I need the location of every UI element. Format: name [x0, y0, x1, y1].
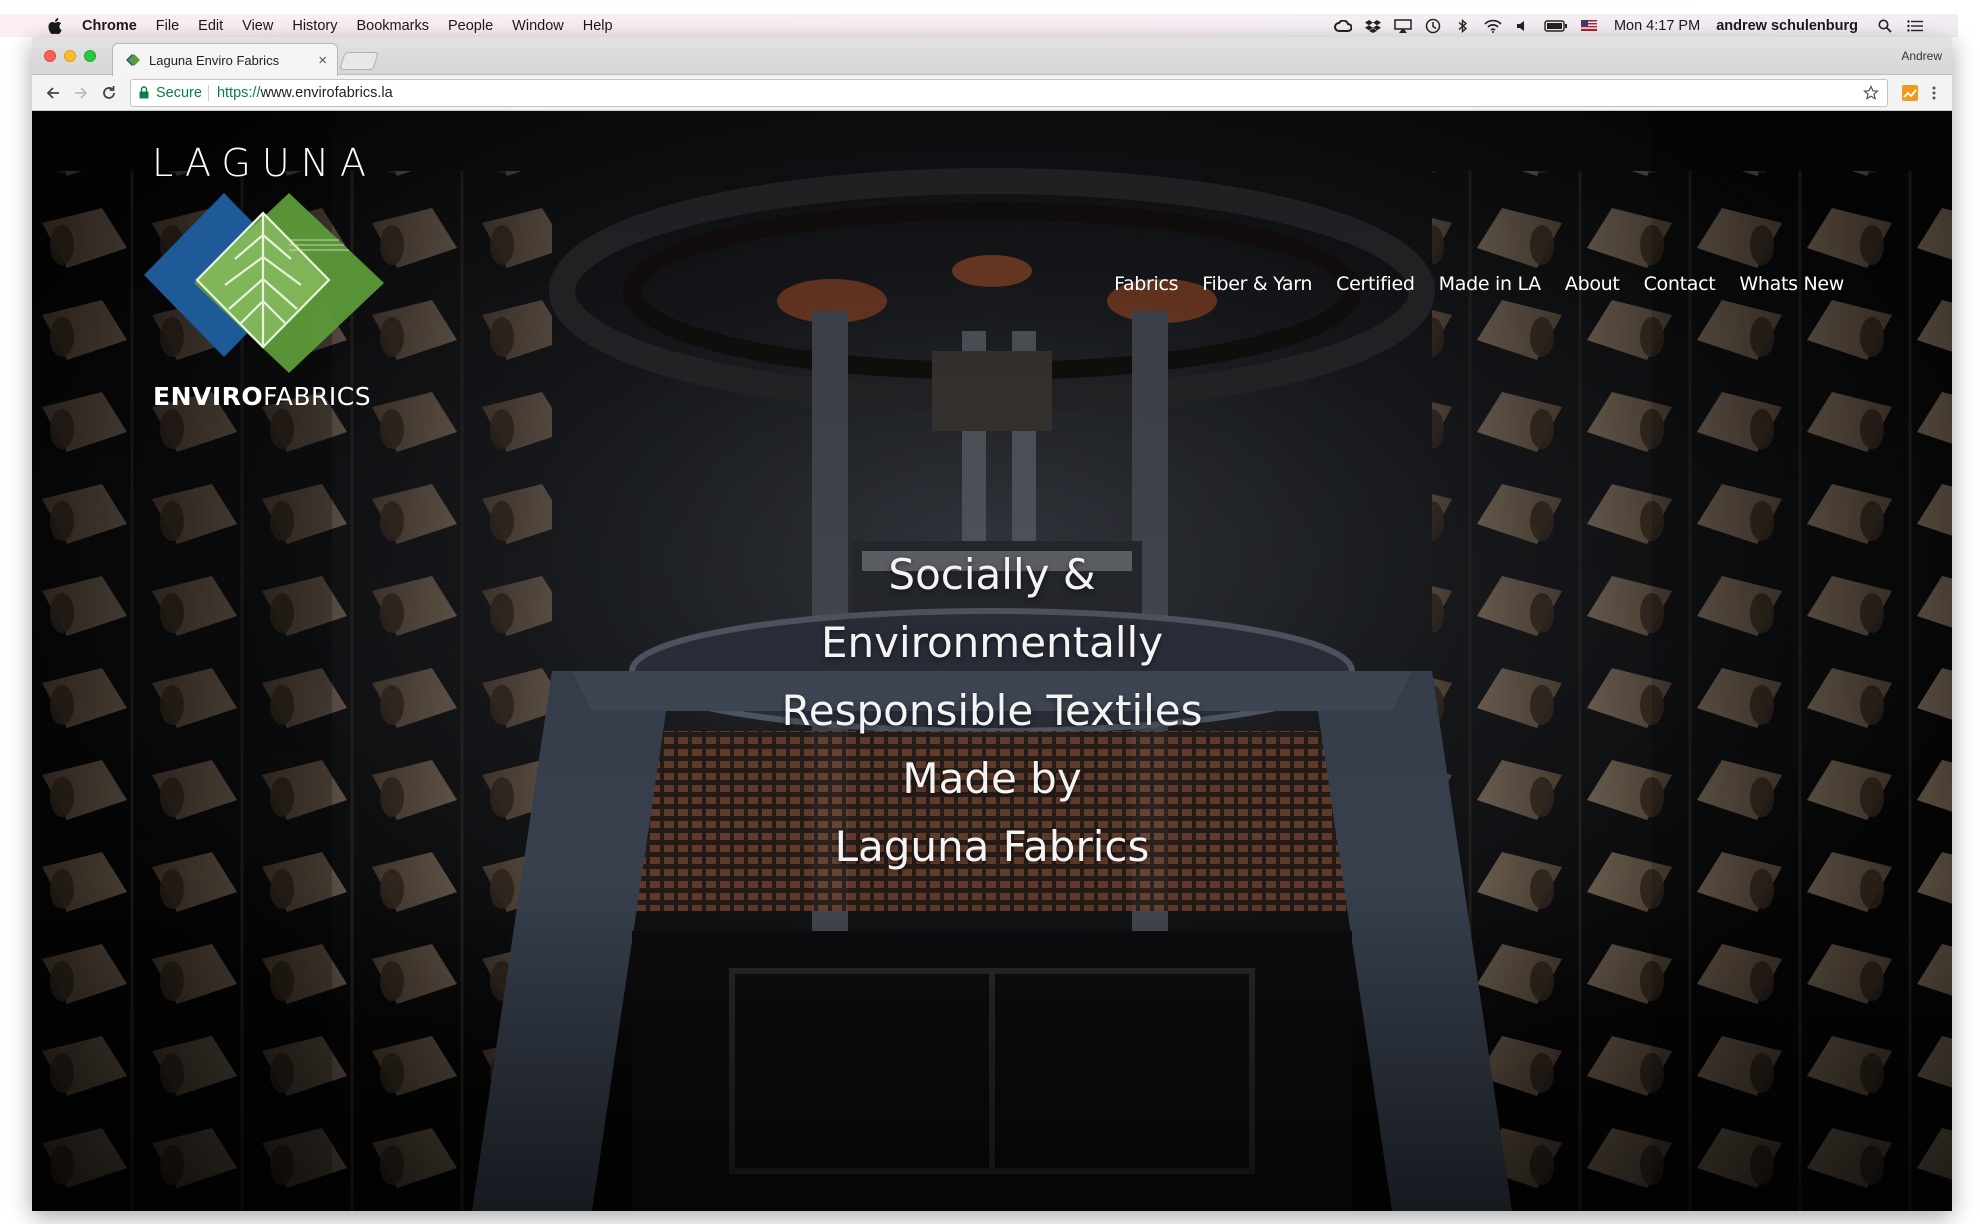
- dropbox-icon[interactable]: [1364, 19, 1382, 33]
- apple-icon[interactable]: [48, 17, 62, 34]
- menu-window[interactable]: Window: [512, 18, 564, 34]
- hero-headline: Socially & Environmentally Responsible T…: [32, 541, 1952, 881]
- browser-toolbar: Secure https:// www.envirofabrics.la: [32, 75, 1952, 111]
- menubar-clock[interactable]: Mon 4:17 PM: [1614, 18, 1700, 34]
- forward-arrow-icon: [75, 86, 88, 99]
- notification-center-icon[interactable]: [1906, 19, 1924, 33]
- spotlight-icon[interactable]: [1876, 19, 1894, 33]
- tab-close-icon[interactable]: ×: [318, 52, 327, 69]
- leaf-diamond-logo-icon: [144, 193, 384, 373]
- address-bar[interactable]: Secure https:// www.envirofabrics.la: [130, 78, 1888, 107]
- omnibox-divider: [207, 84, 209, 101]
- profile-button[interactable]: Andrew: [1901, 49, 1942, 63]
- url-scheme: https://: [216, 84, 261, 101]
- menu-file[interactable]: File: [156, 18, 179, 34]
- headline-line-1: Socially &: [888, 550, 1096, 599]
- site-navigation: Fabrics Fiber & Yarn Certified Made in L…: [1114, 273, 1844, 295]
- bluetooth-icon[interactable]: [1454, 18, 1472, 33]
- url-host: www.envirofabrics.la: [260, 84, 393, 101]
- headline-line-5: Laguna Fabrics: [834, 822, 1150, 871]
- menu-history[interactable]: History: [292, 18, 337, 34]
- headline-line-2: Environmentally: [820, 618, 1164, 667]
- menu-help[interactable]: Help: [583, 18, 613, 34]
- new-tab-button[interactable]: [339, 52, 379, 70]
- lock-icon: [139, 86, 149, 99]
- headline-line-3: Responsible Textiles: [781, 686, 1203, 735]
- page-viewport: LAGUNA ENVIROFABRICS Fabrics Fiber & Yar…: [32, 111, 1952, 1211]
- flag-icon[interactable]: [1580, 19, 1598, 33]
- browser-window: Laguna Enviro Fabrics × Andrew Secure ht…: [32, 37, 1952, 1211]
- logo-wordmark-laguna: LAGUNA: [152, 141, 378, 185]
- nav-made-in-la[interactable]: Made in LA: [1439, 273, 1542, 295]
- nav-contact[interactable]: Contact: [1644, 273, 1716, 295]
- airplay-icon[interactable]: [1394, 18, 1412, 33]
- menu-view[interactable]: View: [242, 18, 273, 34]
- logo-word-fabrics: FABRICS: [263, 382, 372, 411]
- tab-laguna-enviro-fabrics[interactable]: Laguna Enviro Fabrics ×: [112, 43, 338, 76]
- bookmark-star-icon[interactable]: [1863, 84, 1879, 101]
- forward-button[interactable]: [68, 80, 94, 106]
- menu-bookmarks[interactable]: Bookmarks: [356, 18, 429, 34]
- battery-icon[interactable]: [1544, 19, 1568, 33]
- close-window-button[interactable]: [44, 50, 56, 62]
- logo-wordmark-envirofabrics: ENVIROFABRICS: [153, 382, 440, 411]
- chrome-menu-icon[interactable]: [1924, 83, 1944, 103]
- zoom-window-button[interactable]: [84, 50, 96, 62]
- menubar-status-area: Mon 4:17 PM andrew schulenburg: [1322, 18, 1958, 34]
- menu-people[interactable]: People: [448, 18, 493, 34]
- nav-certified[interactable]: Certified: [1336, 273, 1415, 295]
- site-favicon-icon: [126, 54, 140, 66]
- menu-edit[interactable]: Edit: [198, 18, 223, 34]
- back-arrow-icon: [46, 86, 59, 99]
- extension-analytics-icon[interactable]: [1900, 83, 1920, 103]
- reload-button[interactable]: [96, 80, 122, 106]
- back-button[interactable]: [40, 80, 66, 106]
- macos-menubar: Chrome File Edit View History Bookmarks …: [0, 14, 1958, 37]
- site-logo[interactable]: LAGUNA ENVIROFABRICS: [140, 141, 440, 411]
- nav-fiber-yarn[interactable]: Fiber & Yarn: [1202, 273, 1312, 295]
- nav-about[interactable]: About: [1565, 273, 1620, 295]
- menu-app-chrome[interactable]: Chrome: [82, 18, 137, 34]
- tab-strip: Laguna Enviro Fabrics × Andrew: [32, 37, 1952, 76]
- headline-line-4: Made by: [902, 754, 1082, 803]
- time-machine-icon[interactable]: [1424, 18, 1442, 33]
- volume-icon[interactable]: [1514, 19, 1532, 33]
- secure-label[interactable]: Secure: [156, 85, 202, 101]
- logo-word-enviro: ENVIRO: [153, 382, 264, 411]
- tab-title: Laguna Enviro Fabrics: [149, 52, 280, 68]
- nav-whats-new[interactable]: Whats New: [1739, 273, 1844, 295]
- window-controls: [44, 50, 104, 62]
- wifi-icon[interactable]: [1484, 19, 1502, 33]
- creative-cloud-icon[interactable]: [1333, 19, 1352, 33]
- menubar-user[interactable]: andrew schulenburg: [1716, 18, 1858, 34]
- nav-fabrics[interactable]: Fabrics: [1114, 273, 1179, 295]
- minimize-window-button[interactable]: [64, 50, 76, 62]
- reload-icon: [103, 85, 115, 99]
